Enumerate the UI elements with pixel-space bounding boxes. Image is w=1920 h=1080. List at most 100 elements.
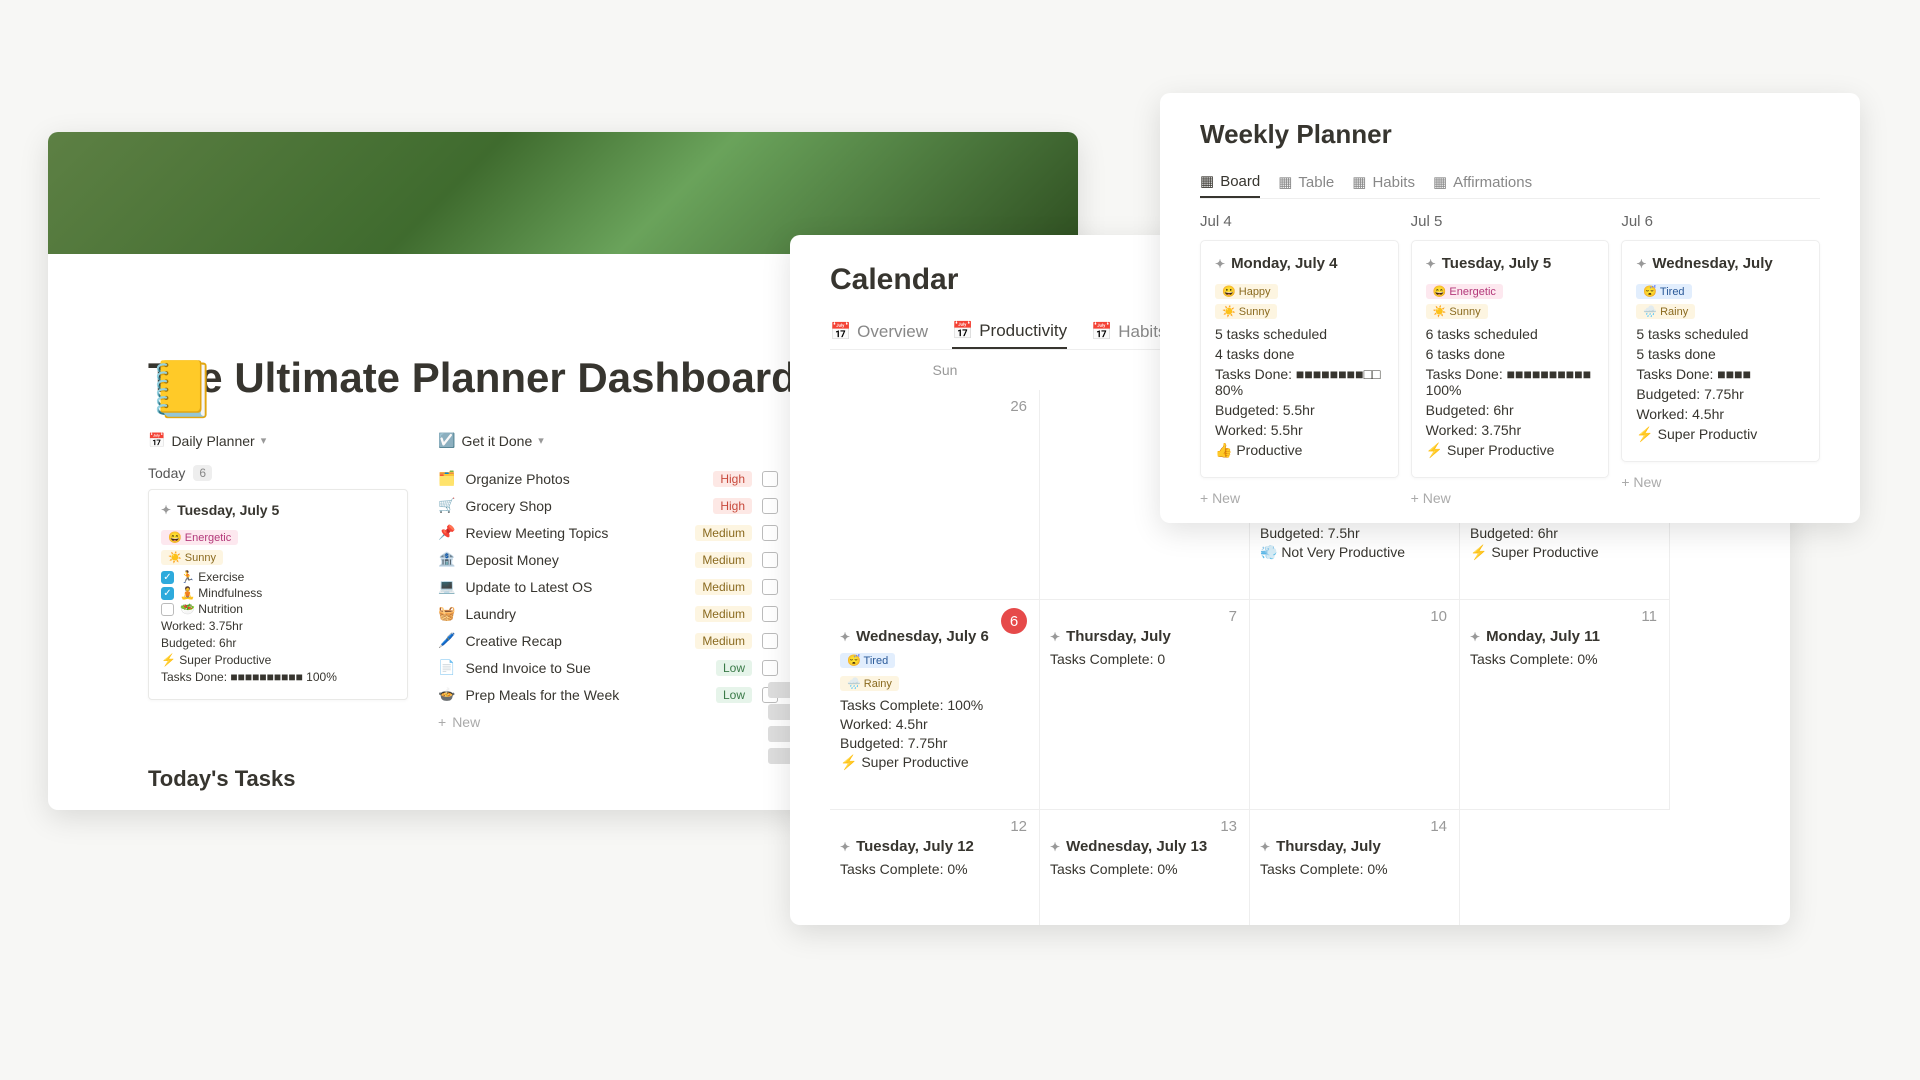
calendar-stat: Budgeted: 6hr bbox=[1470, 525, 1659, 541]
priority-badge: High bbox=[713, 498, 752, 514]
task-row[interactable]: 💻Update to Latest OSMedium bbox=[438, 573, 778, 600]
weekly-date: Jul 5 bbox=[1411, 213, 1610, 230]
new-entry-button[interactable]: + New bbox=[1621, 474, 1820, 490]
checkbox-icon[interactable] bbox=[762, 606, 778, 622]
calendar-stat: Tasks Complete: 0% bbox=[840, 861, 1029, 877]
weekly-stat: 5 tasks scheduled bbox=[1636, 326, 1805, 342]
habit-row[interactable]: 🥗 Nutrition bbox=[161, 602, 395, 616]
checkbox-icon[interactable] bbox=[762, 579, 778, 595]
calendar-stat: 💨 Not Very Productive bbox=[1260, 544, 1449, 561]
weekly-stat: 6 tasks scheduled bbox=[1426, 326, 1595, 342]
day-number: 6 bbox=[1001, 608, 1027, 634]
calendar-cell[interactable]: 13✦Wednesday, July 13Tasks Complete: 0% bbox=[1040, 810, 1250, 925]
task-row[interactable]: 🍲Prep Meals for the WeekLow bbox=[438, 681, 778, 708]
calendar-stat: Tasks Complete: 100% bbox=[840, 697, 1029, 713]
stat-line: ⚡ Super Productive bbox=[161, 653, 395, 667]
priority-badge: Medium bbox=[695, 525, 752, 541]
priority-badge: Medium bbox=[695, 606, 752, 622]
weekly-column: Jul 6 ✦Wednesday, July😴 Tired🌧️ Rainy5 ta… bbox=[1621, 213, 1820, 506]
weekly-stat: 👍 Productive bbox=[1215, 442, 1384, 459]
tab-productivity[interactable]: 📅 Productivity bbox=[952, 315, 1067, 349]
tab-by-priority[interactable]: ▦ By Priority bbox=[244, 804, 327, 810]
tab-schedule[interactable]: ▦ Schedule bbox=[148, 804, 226, 810]
task-row[interactable]: 🧺LaundryMedium bbox=[438, 600, 778, 627]
task-row[interactable]: 🛒Grocery ShopHigh bbox=[438, 492, 778, 519]
weekly-stat: Tasks Done: ■■■■■■■■□□ 80% bbox=[1215, 366, 1384, 398]
checkbox-icon[interactable] bbox=[762, 633, 778, 649]
weekly-stat: Worked: 3.75hr bbox=[1426, 422, 1595, 438]
get-it-done-view[interactable]: ☑️ Get it Done ▾ bbox=[438, 432, 778, 449]
weekly-card[interactable]: ✦Wednesday, July😴 Tired🌧️ Rainy5 tasks s… bbox=[1621, 240, 1820, 462]
priority-badge: Low bbox=[716, 687, 752, 703]
checkbox-icon[interactable]: ✓ bbox=[161, 571, 174, 584]
calendar-entry-title[interactable]: ✦Monday, July 11 bbox=[1470, 628, 1659, 645]
daily-planner-view[interactable]: 📅 Daily Planner ▾ bbox=[148, 432, 408, 449]
calendar-stat: ⚡ Super Productive bbox=[840, 754, 1029, 771]
weekly-date: Jul 6 bbox=[1621, 213, 1820, 230]
tab-board[interactable]: ▦ Board bbox=[1200, 166, 1260, 198]
weekly-stat: Tasks Done: ■■■■ bbox=[1636, 366, 1805, 382]
checkbox-icon[interactable] bbox=[762, 498, 778, 514]
priority-badge: Medium bbox=[695, 633, 752, 649]
habit-row[interactable]: ✓🧘 Mindfulness bbox=[161, 586, 395, 600]
calendar-stat: Budgeted: 7.5hr bbox=[1260, 525, 1449, 541]
weekly-column: Jul 4 ✦Monday, July 4😀 Happy☀️ Sunny5 tas… bbox=[1200, 213, 1399, 506]
tab-habits-wk[interactable]: ▦ Habits bbox=[1352, 166, 1415, 198]
calendar-cell[interactable]: 6✦Wednesday, July 6😴 Tired🌧️ RainyTasks … bbox=[830, 600, 1040, 810]
calendar-stat: Budgeted: 7.75hr bbox=[840, 735, 1029, 751]
weekly-stat: Worked: 5.5hr bbox=[1215, 422, 1384, 438]
chevron-down-icon: ▾ bbox=[538, 434, 544, 447]
task-row[interactable]: 📌Review Meeting TopicsMedium bbox=[438, 519, 778, 546]
weather-tag: ☀️ Sunny bbox=[161, 550, 223, 565]
calendar-entry-title[interactable]: ✦Thursday, July bbox=[1260, 838, 1449, 855]
checkbox-icon[interactable] bbox=[762, 552, 778, 568]
calendar-cell[interactable]: 26 bbox=[830, 390, 1040, 600]
calendar-stat: ⚡ Super Productive bbox=[1470, 544, 1659, 561]
calendar-cell[interactable]: 11✦Monday, July 11Tasks Complete: 0% bbox=[1460, 600, 1670, 810]
checkbox-icon[interactable]: ✓ bbox=[161, 587, 174, 600]
day-number: 10 bbox=[1430, 608, 1447, 625]
chevron-down-icon: ▾ bbox=[261, 434, 267, 447]
new-entry-button[interactable]: + New bbox=[1411, 490, 1610, 506]
weekly-stat: 4 tasks done bbox=[1215, 346, 1384, 362]
new-entry-button[interactable]: + New bbox=[1200, 490, 1399, 506]
calendar-entry-title[interactable]: ✦Wednesday, July 6 bbox=[840, 628, 1029, 645]
priority-badge: High bbox=[713, 471, 752, 487]
tab-table[interactable]: ▦ Table bbox=[1278, 166, 1334, 198]
checkbox-icon[interactable] bbox=[762, 660, 778, 676]
task-row[interactable]: 🖊️Creative RecapMedium bbox=[438, 627, 778, 654]
tab-overview[interactable]: 📅 Overview bbox=[830, 315, 928, 349]
calendar-cell[interactable]: 10 bbox=[1250, 600, 1460, 810]
weekly-card[interactable]: ✦Tuesday, July 5😄 Energetic☀️ Sunny6 tas… bbox=[1411, 240, 1610, 478]
day-number: 13 bbox=[1220, 818, 1237, 835]
weekly-stat: ⚡ Super Productiv bbox=[1636, 426, 1805, 443]
weekly-date: Jul 4 bbox=[1200, 213, 1399, 230]
habit-row[interactable]: ✓🏃 Exercise bbox=[161, 570, 395, 584]
tab-habits[interactable]: 📅 Habits bbox=[1091, 315, 1166, 349]
checkbox-icon[interactable] bbox=[762, 471, 778, 487]
calendar-stat: Worked: 4.5hr bbox=[840, 716, 1029, 732]
weekly-title: Weekly Planner bbox=[1200, 119, 1820, 150]
checkbox-icon[interactable] bbox=[161, 603, 174, 616]
today-label: Today6 bbox=[148, 465, 408, 481]
task-row[interactable]: 🏦Deposit MoneyMedium bbox=[438, 546, 778, 573]
weekly-stat: Budgeted: 6hr bbox=[1426, 402, 1595, 418]
checkbox-icon[interactable] bbox=[762, 525, 778, 541]
tab-affirmations[interactable]: ▦ Affirmations bbox=[1433, 166, 1532, 198]
calendar-entry-title[interactable]: ✦Wednesday, July 13 bbox=[1050, 838, 1239, 855]
calendar-entry-title[interactable]: ✦Tuesday, July 12 bbox=[840, 838, 1029, 855]
page-icon[interactable]: 📒 bbox=[148, 357, 216, 422]
weekly-panel: Weekly Planner ▦ Board ▦ Table ▦ Habits … bbox=[1160, 93, 1860, 523]
priority-badge: Low bbox=[716, 660, 752, 676]
calendar-cell[interactable]: 14✦Thursday, JulyTasks Complete: 0% bbox=[1250, 810, 1460, 925]
calendar-cell[interactable]: 7✦Thursday, JulyTasks Complete: 0 bbox=[1040, 600, 1250, 810]
calendar-entry-title[interactable]: ✦Thursday, July bbox=[1050, 628, 1239, 645]
day-card[interactable]: ✦Tuesday, July 5 😄 Energetic ☀️ Sunny ✓🏃… bbox=[148, 489, 408, 700]
stat-line: Budgeted: 6hr bbox=[161, 636, 395, 650]
weekly-card[interactable]: ✦Monday, July 4😀 Happy☀️ Sunny5 tasks sc… bbox=[1200, 240, 1399, 478]
task-row[interactable]: 🗂️Organize PhotosHigh bbox=[438, 465, 778, 492]
mood-tag: 😄 Energetic bbox=[161, 530, 238, 545]
calendar-cell[interactable]: 12✦Tuesday, July 12Tasks Complete: 0% bbox=[830, 810, 1040, 925]
task-row[interactable]: 📄Send Invoice to SueLow bbox=[438, 654, 778, 681]
new-task-button[interactable]: + New bbox=[438, 708, 778, 736]
